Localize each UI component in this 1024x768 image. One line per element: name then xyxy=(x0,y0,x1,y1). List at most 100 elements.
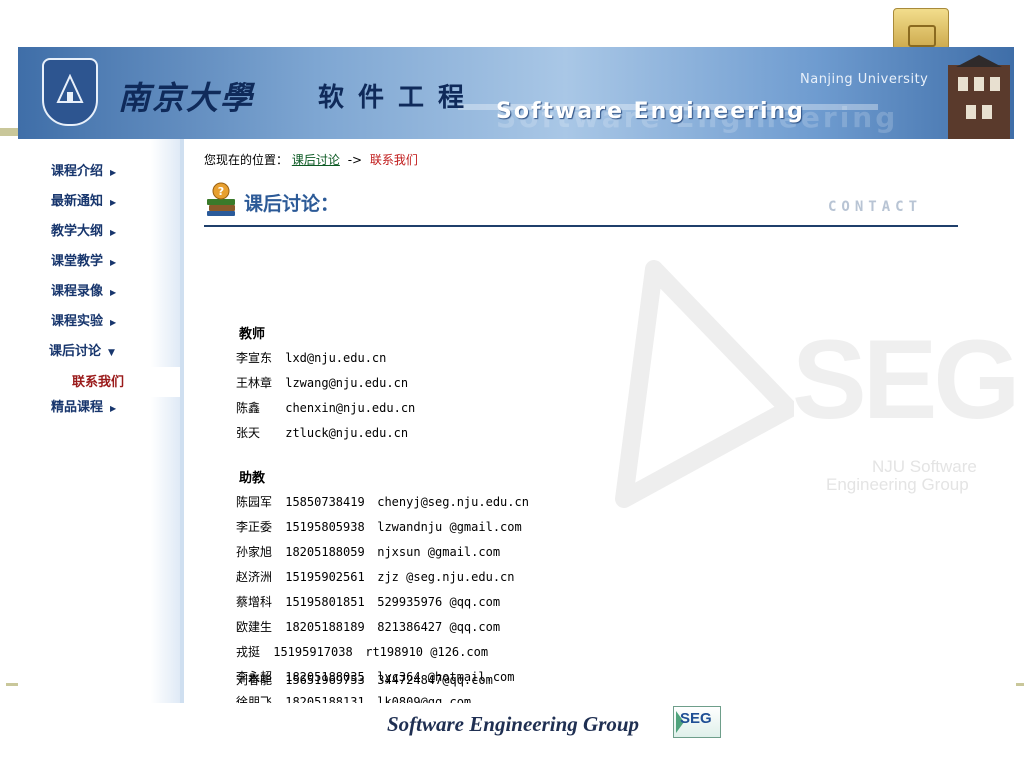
contact-name: 王林章 xyxy=(236,376,273,390)
contact-phone: 15195917038 xyxy=(273,645,353,659)
slide-accent-line xyxy=(0,128,18,136)
contact-email: lzwandnju @gmail.com xyxy=(377,520,522,534)
chevron-right-icon: ▶ xyxy=(110,198,117,207)
chevron-right-icon: ▶ xyxy=(110,258,117,267)
contact-phone: 15850738419 xyxy=(285,495,365,509)
tower-icon xyxy=(948,55,1010,139)
sidebar-item-label: 课程录像 xyxy=(51,284,104,299)
web-page: 南京大學 软件工程 Software Engineering Software … xyxy=(18,47,1014,703)
slide-footer-text: Software Engineering Group xyxy=(387,712,640,736)
chevron-right-icon: ▶ xyxy=(110,404,117,413)
contact-name: 张天 xyxy=(236,426,261,440)
sidebar-nav: 课程介绍 ▶ 最新通知 ▶ 教学大纲 ▶ 课堂教学 ▶ 课程录像 ▶ 课程实验 ▶ 课后讨论… xyxy=(18,157,184,423)
breadcrumb-prefix: 您现在的位置： xyxy=(204,153,289,167)
book-question-icon: ? xyxy=(207,182,235,216)
slide-accent-line xyxy=(6,683,18,686)
assistant-row: 徐朋飞 18205188131 lk0809@qq.com xyxy=(236,693,471,703)
svg-text:?: ? xyxy=(218,185,224,198)
teacher-row: 王林章 lzwang@nju.edu.cn xyxy=(236,374,408,391)
contact-name: 戎挺 xyxy=(236,645,261,659)
course-title-en: Software Engineering xyxy=(496,99,805,124)
chevron-down-icon: ▼ xyxy=(108,348,115,358)
chevron-right-icon: ▶ xyxy=(110,228,117,237)
assistant-row: 李正委 15195805938 lzwandnju @gmail.com xyxy=(236,518,522,535)
contact-name: 刘春能 xyxy=(236,673,273,687)
assistants-title: 助教 xyxy=(239,471,266,486)
contact-email: lxd@nju.edu.cn xyxy=(285,351,387,365)
sidebar-item-contact-us[interactable]: 联系我们 xyxy=(18,367,184,397)
sidebar-item-label: 教学大纲 xyxy=(51,224,104,239)
contact-name: 蔡增科 xyxy=(236,595,273,609)
sidebar-item-videos[interactable]: 课程录像 ▶ xyxy=(18,277,184,307)
watermark-line2: Engineering Group xyxy=(826,475,969,494)
assistant-row: 蔡增科 15195801851 529935976 @qq.com xyxy=(236,593,500,610)
sidebar-item-label: 最新通知 xyxy=(51,194,104,209)
sidebar-item-labs[interactable]: 课程实验 ▶ xyxy=(18,307,184,337)
main-content: 您现在的位置： 课后讨论 -> 联系我们 ? 课后讨论： CONTACT SEG… xyxy=(204,139,1014,703)
contact-email: lzwang@nju.edu.cn xyxy=(285,376,409,390)
contact-phone: 18205188131 xyxy=(285,695,365,703)
contact-email: rt198910 @126.com xyxy=(365,645,489,659)
contact-email: ztluck@nju.edu.cn xyxy=(285,426,409,440)
contact-email: chenyj@seg.nju.edu.cn xyxy=(377,495,529,509)
course-title-cn: 软件工程 xyxy=(318,83,479,113)
contact-phone: 18205188059 xyxy=(285,545,365,559)
breadcrumb-link-discussion[interactable]: 课后讨论 xyxy=(292,153,340,167)
contact-phone: 15195801851 xyxy=(285,595,365,609)
sidebar-item-news[interactable]: 最新通知 ▶ xyxy=(18,187,184,217)
university-name-cn: 南京大學 xyxy=(118,79,255,117)
section-heading-row: ? 课后讨论： CONTACT xyxy=(204,181,958,227)
university-name-en: Nanjing University xyxy=(800,72,929,87)
contact-name: 陈园军 xyxy=(236,495,273,509)
assistant-row: 陈园军 15850738419 chenyj@seg.nju.edu.cn xyxy=(236,493,529,510)
contact-name: 李正委 xyxy=(236,520,273,534)
sidebar-item-quality-courses[interactable]: 精品课程 ▶ xyxy=(18,397,184,423)
contact-email: 529935976 @qq.com xyxy=(377,595,501,609)
contact-name: 赵济洲 xyxy=(236,570,273,584)
sidebar-item-label: 课程介绍 xyxy=(51,164,104,179)
sidebar-item-syllabus[interactable]: 教学大纲 ▶ xyxy=(18,217,184,247)
sidebar-item-discussion[interactable]: 课后讨论 ▼ xyxy=(18,337,184,367)
contact-email: njxsun @gmail.com xyxy=(377,545,501,559)
chevron-right-icon: ▶ xyxy=(110,318,117,327)
contact-email: chenxin@nju.edu.cn xyxy=(285,401,416,415)
sidebar-item-label: 精品课程 xyxy=(51,400,104,415)
sidebar: 课程介绍 ▶ 最新通知 ▶ 教学大纲 ▶ 课堂教学 ▶ 课程录像 ▶ 课程实验 ▶ 课后讨论… xyxy=(18,139,184,703)
breadcrumb: 您现在的位置： 课后讨论 -> 联系我们 xyxy=(204,151,418,168)
assistant-row: 赵济洲 15195902561 zjz @seg.nju.edu.cn xyxy=(236,568,515,585)
contact-email: 344724847@qq.com xyxy=(377,673,493,687)
contact-email: lk0809@qq.com xyxy=(377,695,472,703)
contact-name: 徐朋飞 xyxy=(236,695,273,703)
teacher-row: 陈鑫 chenxin@nju.edu.cn xyxy=(236,399,415,416)
sidebar-item-label: 联系我们 xyxy=(72,375,125,390)
contact-name: 欧建生 xyxy=(236,620,273,634)
assistant-row: 刘春能 15651969753 344724847@qq.com xyxy=(236,671,493,688)
contact-name: 李宣东 xyxy=(236,351,273,365)
seg-logo-text: SEG xyxy=(680,710,712,727)
assistant-row: 孙家旭 18205188059 njxsun @gmail.com xyxy=(236,543,500,560)
contact-email: 821386427 @qq.com xyxy=(377,620,501,634)
seg-watermark: SEG NJU Software Engineering Group xyxy=(604,259,1014,519)
contact-phone: 15195902561 xyxy=(285,570,365,584)
assistant-row: 戎挺 15195917038 rt198910 @126.com xyxy=(236,643,488,660)
breadcrumb-current: 联系我们 xyxy=(369,153,418,167)
contact-name: 孙家旭 xyxy=(236,545,273,559)
contact-phone: 15195805938 xyxy=(285,520,365,534)
teacher-row: 张天 ztluck@nju.edu.cn xyxy=(236,424,408,441)
watermark-seg: SEG xyxy=(792,317,1014,442)
sidebar-item-course-intro[interactable]: 课程介绍 ▶ xyxy=(18,157,184,187)
chevron-right-icon: ▶ xyxy=(110,168,117,177)
contact-phone: 15651969753 xyxy=(285,673,365,687)
sidebar-item-lectures[interactable]: 课堂教学 ▶ xyxy=(18,247,184,277)
sidebar-item-label: 课后讨论 xyxy=(49,344,102,359)
seg-logo-icon: SEG xyxy=(673,706,721,738)
sidebar-item-label: 课堂教学 xyxy=(51,254,104,269)
contact-name: 陈鑫 xyxy=(236,401,261,415)
teachers-title: 教师 xyxy=(239,327,266,342)
assistant-row: 欧建生 18205188189 821386427 @qq.com xyxy=(236,618,500,635)
page-title: 课后讨论： xyxy=(244,193,340,215)
slide-accent-line xyxy=(1016,683,1024,686)
watermark-line1: NJU Software xyxy=(872,457,977,476)
contact-decoration-text: CONTACT xyxy=(828,199,923,215)
sidebar-item-label: 课程实验 xyxy=(51,314,104,329)
